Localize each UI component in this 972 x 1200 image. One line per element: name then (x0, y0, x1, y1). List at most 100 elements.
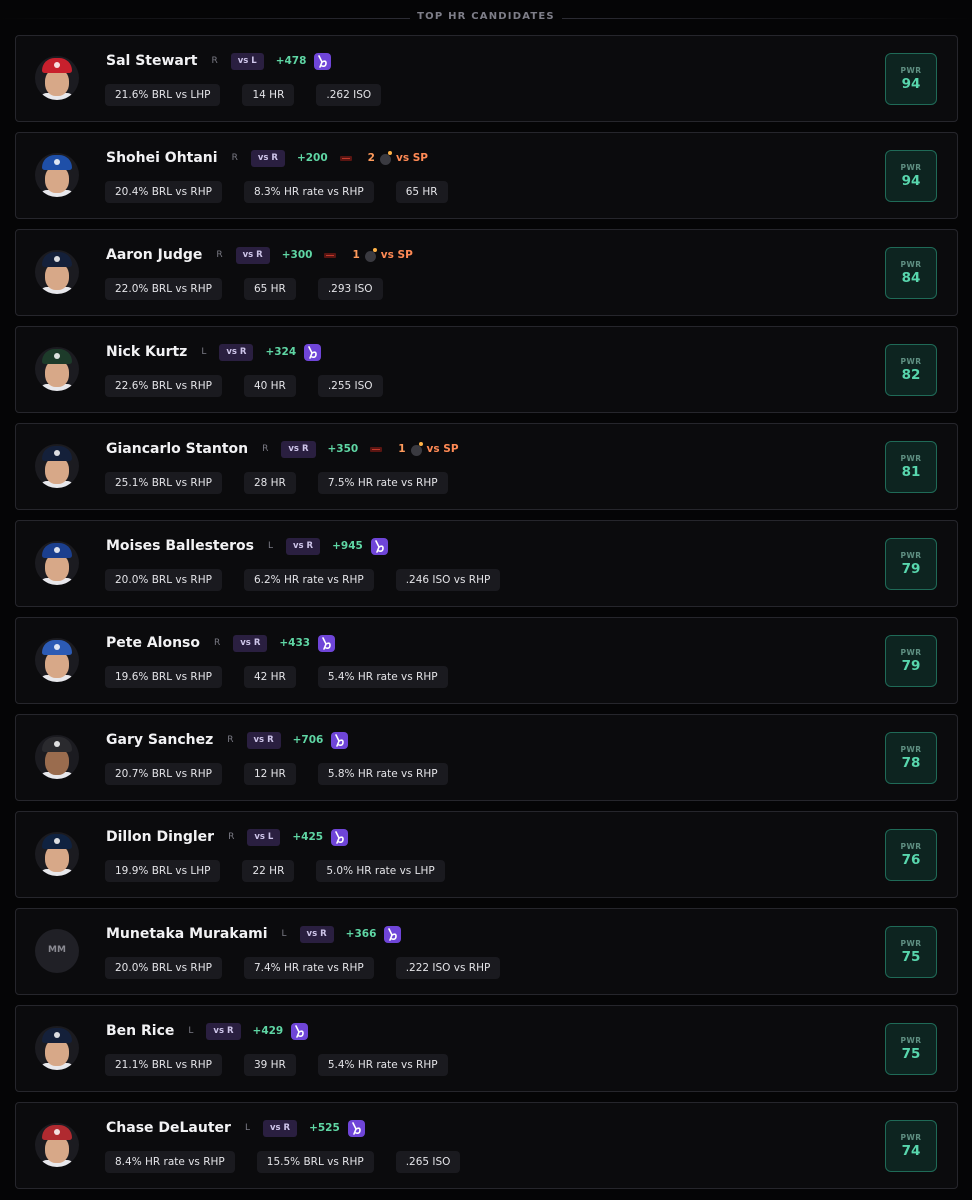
power-score-label: PWR (900, 842, 922, 851)
power-score-badge: PWR 74 (885, 1120, 937, 1172)
team-logo-icon (370, 446, 383, 452)
stat-chip: 7.5% HR rate vs RHP (317, 472, 448, 494)
player-name[interactable]: Aaron Judge (106, 247, 202, 263)
sportsbook-logo-icon[interactable] (304, 343, 322, 361)
candidate-card[interactable]: Giancarlo Stanton R vs R +350 1 vs SP 25… (15, 423, 958, 510)
power-score-value: 74 (901, 1143, 921, 1159)
stat-chip: 22 HR (242, 860, 295, 882)
player-name[interactable]: Nick Kurtz (106, 344, 187, 360)
matchup-badge: vs R (233, 634, 268, 652)
power-score-value: 84 (901, 270, 921, 286)
team-logo-icon (54, 644, 60, 650)
hr-odds[interactable]: +200 (297, 152, 328, 164)
candidate-card[interactable]: Chase DeLauter L vs R +525 8.4% HR rate … (15, 1102, 958, 1189)
batter-hand: R (231, 153, 238, 163)
stat-chip: 6.2% HR rate vs RHP (243, 569, 374, 591)
batter-hand: L (267, 541, 273, 551)
hr-odds[interactable]: +945 (332, 540, 363, 552)
team-logo-icon (54, 450, 60, 456)
power-score-label: PWR (900, 260, 922, 269)
power-score-value: 76 (901, 852, 921, 868)
player-name[interactable]: Gary Sanchez (106, 732, 213, 748)
avatar (35, 735, 79, 779)
sportsbook-logo-icon[interactable] (370, 537, 388, 555)
sportsbook-logo-icon[interactable] (331, 731, 349, 749)
matchup-badge: vs R (286, 537, 321, 555)
candidate-card[interactable]: MM Munetaka Murakami L vs R +366 20.0% B… (15, 908, 958, 995)
stat-chip: 25.1% BRL vs RHP (105, 472, 222, 494)
avatar-cap (42, 349, 72, 364)
stat-chip: 12 HR (243, 763, 296, 785)
power-score-label: PWR (900, 1036, 922, 1045)
matchup-badge: vs R (246, 731, 281, 749)
team-logo-icon (54, 353, 60, 359)
power-score-badge: PWR 94 (885, 150, 937, 202)
player-header: Shohei Ohtani R vs R +200 2 vs SP (106, 147, 428, 169)
power-score-badge: PWR 94 (885, 53, 937, 105)
avatar-face (45, 1136, 69, 1163)
power-score-badge: PWR 79 (885, 635, 937, 687)
bomb-icon (364, 248, 378, 262)
power-score-value: 79 (901, 658, 921, 674)
player-name[interactable]: Ben Rice (106, 1023, 174, 1039)
candidate-card[interactable]: Nick Kurtz L vs R +324 22.6% BRL vs RHP 4… (15, 326, 958, 413)
hr-odds[interactable]: +425 (292, 831, 323, 843)
stat-chip: .246 ISO vs RHP (395, 569, 501, 591)
power-score-value: 82 (901, 367, 921, 383)
candidate-card[interactable]: Aaron Judge R vs R +300 1 vs SP 22.0% BR… (15, 229, 958, 316)
avatar-face (45, 263, 69, 290)
candidate-card[interactable]: Dillon Dingler R vs L +425 19.9% BRL vs … (15, 811, 958, 898)
player-name[interactable]: Sal Stewart (106, 53, 197, 69)
avatar-cap (42, 543, 72, 558)
player-header: Munetaka Murakami L vs R +366 (106, 923, 402, 945)
hr-odds[interactable]: +300 (282, 249, 313, 261)
candidate-card[interactable]: Sal Stewart R vs L +478 21.6% BRL vs LHP… (15, 35, 958, 122)
power-score-label: PWR (900, 745, 922, 754)
hr-odds[interactable]: +324 (265, 346, 296, 358)
power-score-label: PWR (900, 648, 922, 657)
hr-odds[interactable]: +350 (328, 443, 359, 455)
player-name[interactable]: Shohei Ohtani (106, 150, 218, 166)
avatar-cap (42, 252, 72, 267)
candidate-card[interactable]: Pete Alonso R vs R +433 19.6% BRL vs RHP… (15, 617, 958, 704)
player-header: Nick Kurtz L vs R +324 (106, 341, 322, 363)
hr-odds[interactable]: +366 (346, 928, 377, 940)
section-header: TOP HR CANDIDATES (0, 0, 972, 36)
sportsbook-logo-icon[interactable] (291, 1022, 309, 1040)
sportsbook-logo-icon[interactable] (314, 52, 332, 70)
hr-odds[interactable]: +429 (253, 1025, 284, 1037)
hr-odds[interactable]: +433 (279, 637, 310, 649)
stat-chips: 20.4% BRL vs RHP 8.3% HR rate vs RHP 65 HR (105, 181, 470, 203)
player-name[interactable]: Munetaka Murakami (106, 926, 268, 942)
team-logo-icon (54, 838, 60, 844)
history-count: 2 (367, 152, 375, 164)
stat-chip: 21.6% BRL vs LHP (105, 84, 221, 106)
candidate-card[interactable]: Moises Ballesteros L vs R +945 20.0% BRL… (15, 520, 958, 607)
hr-odds[interactable]: +706 (293, 734, 324, 746)
player-name[interactable]: Giancarlo Stanton (106, 441, 248, 457)
candidate-card[interactable]: Shohei Ohtani R vs R +200 2 vs SP 20.4% … (15, 132, 958, 219)
hr-odds[interactable]: +525 (309, 1122, 340, 1134)
avatar (35, 250, 79, 294)
player-name[interactable]: Pete Alonso (106, 635, 200, 651)
player-name[interactable]: Moises Ballesteros (106, 538, 254, 554)
sportsbook-logo-icon[interactable] (331, 828, 349, 846)
matchup-badge: vs L (247, 828, 281, 846)
history-label: vs SP (426, 443, 459, 455)
sportsbook-logo-icon[interactable] (384, 925, 402, 943)
stat-chip: 7.4% HR rate vs RHP (243, 957, 374, 979)
player-name[interactable]: Chase DeLauter (106, 1120, 231, 1136)
player-name[interactable]: Dillon Dingler (106, 829, 214, 845)
sportsbook-logo-icon[interactable] (318, 634, 336, 652)
sportsbook-logo-icon[interactable] (347, 1119, 365, 1137)
avatar (35, 1123, 79, 1167)
candidate-card[interactable]: Gary Sanchez R vs R +706 20.7% BRL vs RH… (15, 714, 958, 801)
power-score-value: 94 (901, 76, 921, 92)
candidate-card[interactable]: Ben Rice L vs R +429 21.1% BRL vs RHP 39 … (15, 1005, 958, 1092)
matchup-badge: vs R (235, 246, 270, 264)
stat-chip: .293 ISO (317, 278, 383, 300)
avatar-face (45, 554, 69, 581)
stat-chip: 8.4% HR rate vs RHP (105, 1151, 235, 1173)
hr-odds[interactable]: +478 (276, 55, 307, 67)
batter-hand: R (214, 638, 221, 648)
